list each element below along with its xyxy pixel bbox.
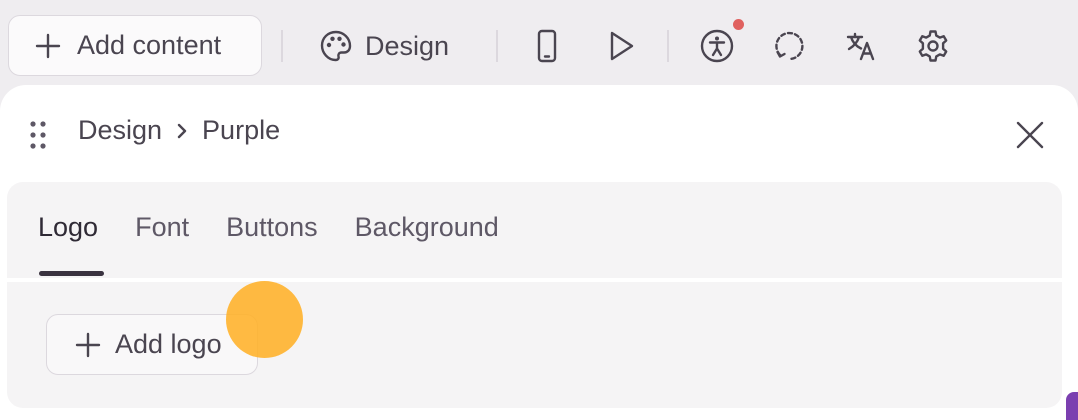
- breadcrumb-current: Purple: [202, 115, 281, 145]
- palette-icon: [320, 30, 352, 62]
- plus-icon: [75, 332, 101, 357]
- mobile-preview-button[interactable]: [525, 24, 569, 68]
- add-content-button[interactable]: Add content: [8, 15, 262, 76]
- mobile-preview-icon: [537, 29, 557, 63]
- tab-buttons[interactable]: Buttons: [226, 212, 318, 243]
- history-button[interactable]: [768, 24, 812, 68]
- history-icon: [775, 31, 804, 61]
- design-settings-area: Logo Font Buttons Background Add logo: [7, 182, 1062, 408]
- toolbar-divider: [667, 30, 669, 62]
- tab-logo[interactable]: Logo: [38, 212, 98, 243]
- breadcrumb-parent[interactable]: Design: [78, 115, 162, 146]
- design-panel: Design Purple Logo Font Buttons Backgrou…: [0, 85, 1078, 420]
- notification-dot: [733, 19, 744, 30]
- drag-handle-icon[interactable]: [28, 119, 50, 151]
- tab-background[interactable]: Background: [355, 212, 499, 243]
- plus-icon: [35, 33, 61, 58]
- active-tab-indicator: [39, 271, 104, 276]
- toolbar-divider: [281, 30, 283, 62]
- add-logo-label: Add logo: [115, 329, 222, 359]
- cursor-highlight: [226, 281, 303, 358]
- accessibility-button[interactable]: [695, 24, 739, 68]
- accessibility-icon: [700, 29, 734, 63]
- chevron-right-icon: [177, 123, 187, 138]
- toolbar-divider: [496, 30, 498, 62]
- background-accent-edge: [1066, 392, 1078, 420]
- play-preview-button[interactable]: [598, 24, 642, 68]
- breadcrumb: Design Purple: [78, 115, 280, 146]
- add-content-label: Add content: [77, 30, 222, 60]
- tab-bar: Logo Font Buttons Background: [38, 212, 536, 243]
- settings-icon: [918, 30, 948, 62]
- settings-button[interactable]: [911, 24, 955, 68]
- translate-icon: [846, 32, 875, 61]
- play-icon: [610, 31, 634, 61]
- close-icon[interactable]: [1012, 117, 1048, 153]
- design-label: Design: [365, 30, 450, 61]
- tab-divider: [7, 278, 1062, 282]
- translate-button[interactable]: [839, 24, 883, 68]
- tab-font[interactable]: Font: [135, 212, 189, 243]
- top-toolbar: Add content Design: [0, 0, 1078, 92]
- design-button[interactable]: Design: [318, 22, 449, 70]
